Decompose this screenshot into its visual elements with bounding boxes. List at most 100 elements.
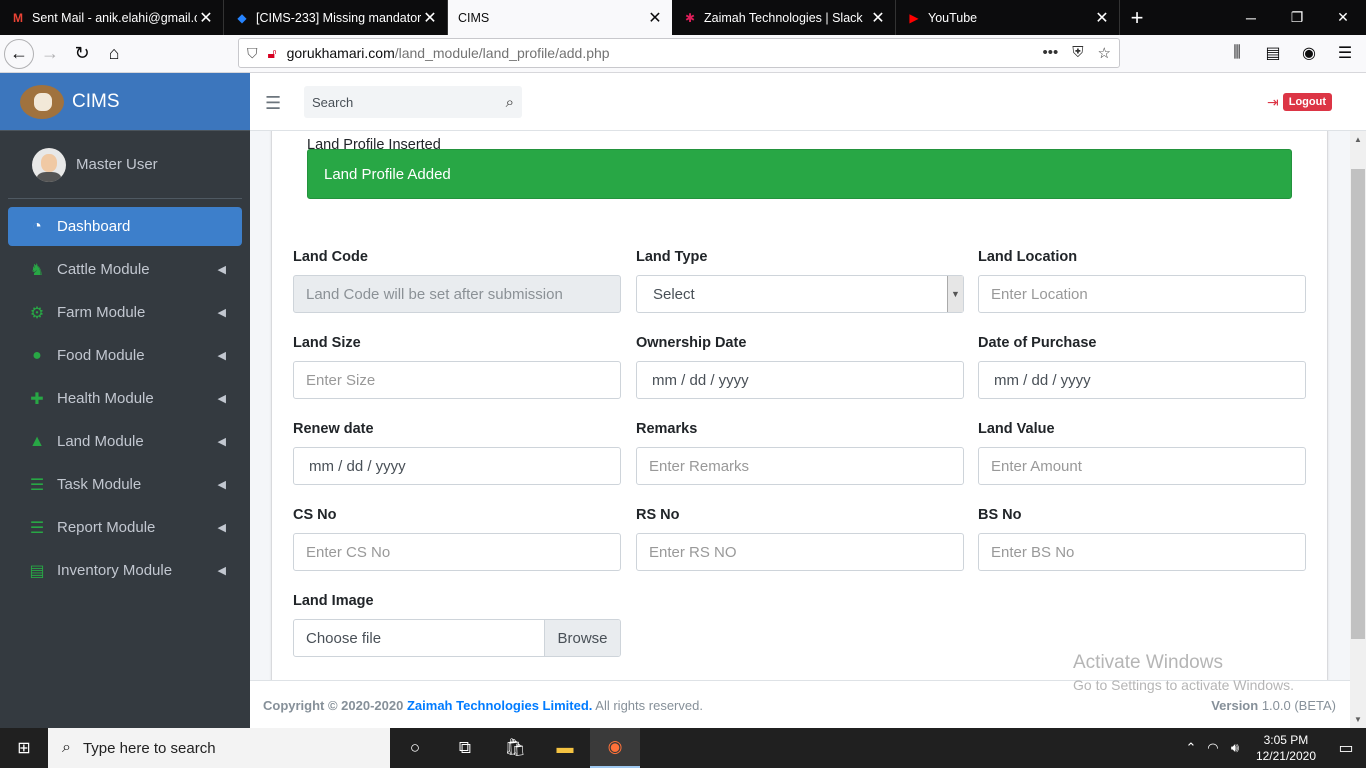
close-window-icon[interactable]: ✕	[1320, 0, 1366, 35]
file-name: Choose file	[306, 629, 382, 647]
sidebar-item-label: Health Module	[57, 390, 154, 407]
logout-button[interactable]: ⇥ Logout	[1267, 93, 1332, 111]
sidebar-toggle-icon[interactable]: ▤	[1258, 38, 1288, 68]
firefox-icon[interactable]: ◉	[590, 728, 640, 768]
search-box[interactable]: Search ⌕	[304, 86, 522, 118]
version: Version 1.0.0 (BETA)	[1211, 698, 1336, 713]
land-image-file-input[interactable]: Choose file Browse	[293, 619, 621, 657]
browse-button[interactable]: Browse	[544, 620, 620, 656]
close-icon[interactable]: ✕	[646, 8, 664, 28]
logout-badge: Logout	[1282, 93, 1332, 111]
scroll-down-icon[interactable]: ▼	[1354, 715, 1362, 724]
main-content: Land Profile Inserted Land Profile Added…	[250, 131, 1350, 680]
sidebar-item-health[interactable]: ✚ Health Module ◀	[8, 379, 242, 418]
sidebar-item-label: Dashboard	[57, 218, 131, 235]
sidebar-item-label: Food Module	[57, 347, 145, 364]
minimize-icon[interactable]: ─	[1228, 0, 1274, 35]
new-tab-button[interactable]: +	[1120, 0, 1154, 35]
tab-title: Sent Mail - anik.elahi@gmail.com	[32, 10, 197, 25]
scroll-up-icon[interactable]: ▲	[1354, 135, 1362, 144]
land-profile-card: Land Profile Inserted Land Profile Added…	[272, 131, 1327, 680]
account-icon[interactable]: ◉	[1294, 38, 1324, 68]
copyright-text: Copyright © 2020-2020	[263, 698, 404, 713]
chevron-left-icon: ◀	[217, 307, 226, 319]
sidebar-item-report[interactable]: ☰ Report Module ◀	[8, 508, 242, 547]
windows-taskbar: ⊞ ⌕ Type here to search ○ ⧉ 🛍︎ ▬ ◉ ⌃ ◠ 🔊…	[0, 728, 1366, 768]
scrollbar-thumb[interactable]	[1351, 169, 1365, 639]
medkit-icon: ✚	[30, 390, 44, 408]
select-value: Select	[653, 285, 695, 303]
browser-tab-bar: M Sent Mail - anik.elahi@gmail.com ✕ ◆ […	[0, 0, 1366, 35]
sidebar-item-cattle[interactable]: ♞ Cattle Module ◀	[8, 250, 242, 289]
hamburger-menu-icon[interactable]: ☰	[265, 93, 281, 114]
chevron-left-icon: ◀	[217, 264, 226, 276]
pocket-icon[interactable]: ⛨	[1072, 44, 1083, 62]
tab-youtube[interactable]: ▶ YouTube ✕	[896, 0, 1120, 35]
home-icon[interactable]: ⌂	[98, 38, 130, 70]
brand-link[interactable]: CIMS	[0, 73, 250, 131]
sidebar-item-land[interactable]: ▲ Land Module ◀	[8, 422, 242, 461]
insecure-lock-icon[interactable]: 🔓︎	[268, 45, 277, 62]
shield-icon[interactable]: ⛉	[247, 45, 258, 62]
task-view-icon[interactable]: ⧉	[440, 728, 490, 768]
rs-no-input[interactable]: Enter RS NO	[636, 533, 964, 571]
bookmark-star-icon[interactable]: ☆	[1098, 44, 1111, 62]
chevron-left-icon: ◀	[217, 393, 226, 405]
chevron-up-icon[interactable]: ⌃	[1180, 740, 1202, 756]
taskbar-search-input: Type here to search	[82, 739, 216, 757]
search-input[interactable]: Search	[312, 95, 506, 110]
reload-icon[interactable]: ↻	[66, 38, 98, 70]
rights-text: All rights reserved.	[595, 698, 703, 713]
land-size-input[interactable]: Enter Size	[293, 361, 621, 399]
date-of-purchase-input[interactable]: mm / dd / yyyy	[978, 361, 1306, 399]
tab-gmail[interactable]: M Sent Mail - anik.elahi@gmail.com ✕	[0, 0, 224, 35]
volume-icon[interactable]: 🔊︎	[1224, 740, 1246, 756]
land-value-input[interactable]: Enter Amount	[978, 447, 1306, 485]
page-actions-icon[interactable]: •••	[1043, 44, 1059, 62]
sidebar-item-inventory[interactable]: ▤ Inventory Module ◀	[8, 551, 242, 590]
close-icon[interactable]: ✕	[421, 8, 439, 28]
forward-arrow-icon[interactable]: →	[34, 38, 66, 70]
search-icon[interactable]: ⌕	[506, 94, 514, 111]
close-icon[interactable]: ✕	[1093, 8, 1111, 28]
close-icon[interactable]: ✕	[197, 8, 215, 28]
bs-no-input[interactable]: Enter BS No	[978, 533, 1306, 571]
ownership-date-input[interactable]: mm / dd / yyyy	[636, 361, 964, 399]
clock[interactable]: 3:05 PM 12/21/2020	[1256, 732, 1316, 764]
land-location-field: Land Location Enter Location	[978, 249, 1306, 313]
library-icon[interactable]: ⫼	[1222, 38, 1252, 68]
file-explorer-icon[interactable]: ▬	[540, 728, 590, 768]
field-label: RS No	[636, 507, 680, 523]
back-arrow-icon[interactable]: ←	[4, 38, 34, 69]
taskbar-search[interactable]: ⌕ Type here to search	[48, 728, 390, 768]
land-type-select[interactable]: Select ▼	[636, 275, 964, 313]
renew-date-input[interactable]: mm / dd / yyyy	[293, 447, 621, 485]
remarks-input[interactable]: Enter Remarks	[636, 447, 964, 485]
land-location-input[interactable]: Enter Location	[978, 275, 1306, 313]
page-scrollbar[interactable]: ▲ ▼	[1350, 131, 1366, 728]
tasks-icon: ☰	[29, 476, 45, 494]
tab-title: [CIMS-233] Missing mandatory	[256, 10, 421, 25]
tab-jira[interactable]: ◆ [CIMS-233] Missing mandatory ✕	[224, 0, 448, 35]
tab-title: CIMS	[458, 10, 490, 25]
menu-icon[interactable]: ☰	[1330, 38, 1360, 68]
tab-slack[interactable]: ✱ Zaimah Technologies | Slack ✕	[672, 0, 896, 35]
url-path: /land_module/land_profile/add.php	[394, 45, 610, 61]
restore-icon[interactable]: ❐	[1274, 0, 1320, 35]
cs-no-input[interactable]: Enter CS No	[293, 533, 621, 571]
close-icon[interactable]: ✕	[869, 8, 887, 28]
sidebar-item-dashboard[interactable]: ◔ Dashboard	[8, 207, 242, 246]
company-link[interactable]: Zaimah Technologies Limited.	[407, 698, 592, 713]
system-tray: ⌃ ◠ 🔊︎ 3:05 PM 12/21/2020 ▭	[1180, 732, 1366, 764]
user-panel[interactable]: Master User	[8, 131, 242, 199]
store-icon[interactable]: 🛍︎	[490, 728, 540, 768]
sidebar-item-food[interactable]: ● Food Module ◀	[8, 336, 242, 375]
sidebar-item-farm[interactable]: ⚙ Farm Module ◀	[8, 293, 242, 332]
url-bar[interactable]: ⛉ 🔓︎ gorukhamari.com/land_module/land_pr…	[238, 38, 1120, 68]
tab-cims[interactable]: CIMS ✕	[448, 0, 672, 35]
wifi-icon[interactable]: ◠	[1202, 740, 1224, 756]
notification-icon[interactable]: ▭	[1326, 738, 1366, 758]
sidebar-item-task[interactable]: ☰ Task Module ◀	[8, 465, 242, 504]
cortana-icon[interactable]: ○	[390, 728, 440, 768]
windows-start-icon[interactable]: ⊞	[0, 728, 48, 768]
